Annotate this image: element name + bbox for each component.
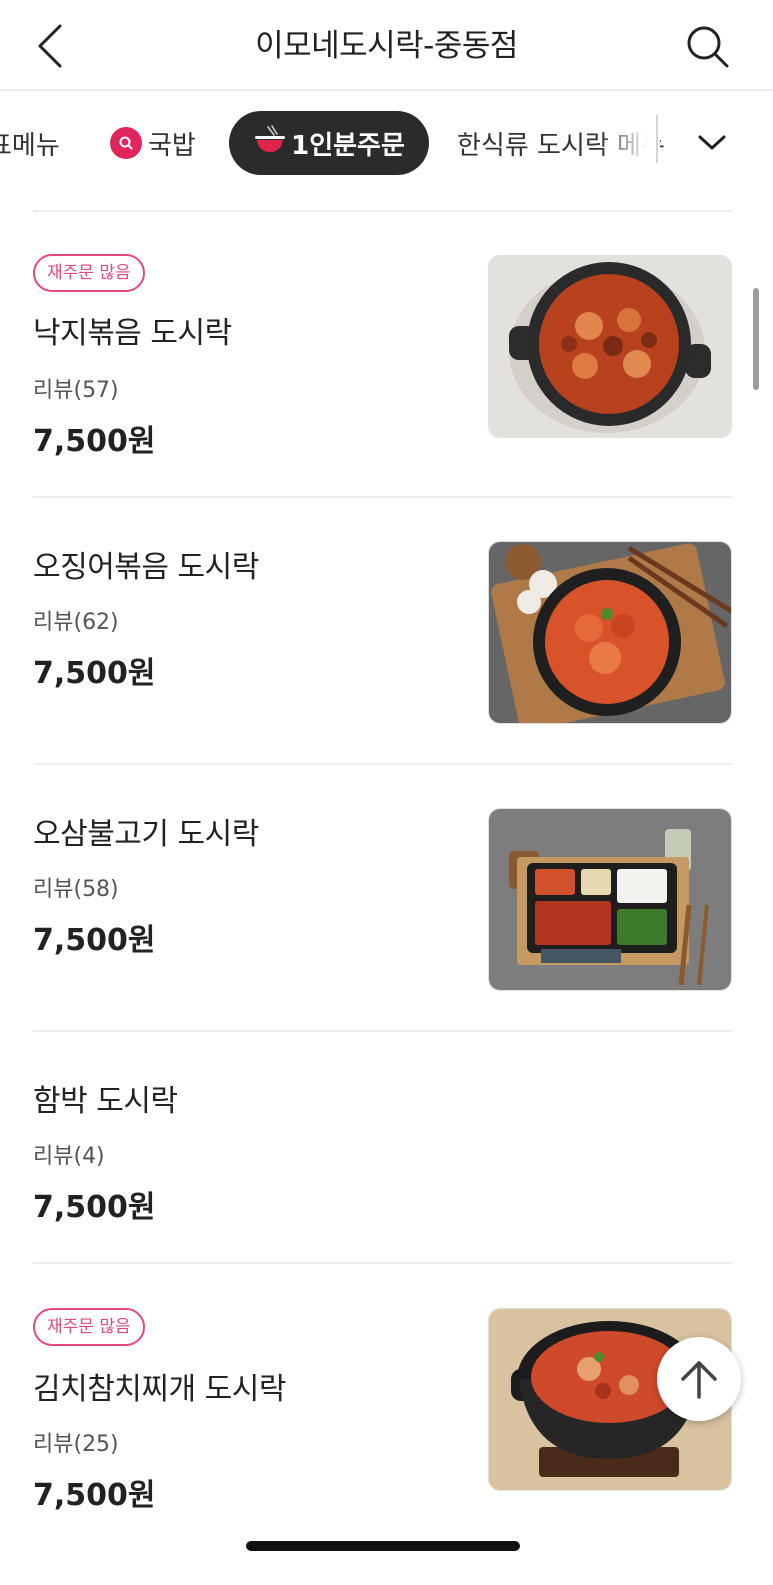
arrow-up-icon <box>681 1361 717 1399</box>
tab-label: 1인분주문 <box>291 130 405 161</box>
reorder-badge: 재주문 많음 <box>33 254 145 292</box>
menu-item-review: 리뷰(62) <box>33 610 119 635</box>
menu-item[interactable]: 재주문 많음 낙지볶음 도시락 리뷰(57) 7,500원 <box>0 212 773 498</box>
search-icon <box>687 26 729 68</box>
menu-item-review: 리뷰(57) <box>33 378 119 403</box>
menu-item-name: 오삼불고기 도시락 <box>33 817 259 852</box>
menu-item[interactable]: 오삼불고기 도시락 리뷰(58) 7,500원 <box>0 765 773 1031</box>
menu-item-review: 리뷰(58) <box>33 877 119 902</box>
bowl-icon <box>253 124 287 162</box>
tab-label: 국밥 <box>148 130 196 161</box>
menu-item-image <box>488 808 732 991</box>
menu-item[interactable]: 함박 도시락 리뷰(4) 7,500원 <box>0 1032 773 1264</box>
chevron-down-icon <box>698 135 726 150</box>
category-tab-bar: 표메뉴 국밥 1인분주문 한식류 도시락 메뉴 <box>0 91 773 195</box>
menu-item-price: 7,500원 <box>33 424 156 459</box>
tab-gukbap[interactable]: 국밥 <box>110 111 196 175</box>
tab-separator <box>656 115 658 163</box>
home-indicator <box>246 1541 520 1551</box>
page-title: 이모네도시락-중동점 <box>255 28 518 64</box>
reorder-badge: 재주문 많음 <box>33 1308 145 1346</box>
scrollbar-thumb[interactable] <box>753 288 759 390</box>
menu-item-image <box>488 541 732 724</box>
menu-item-price: 7,500원 <box>33 923 156 958</box>
expand-categories-button[interactable] <box>683 115 741 171</box>
scroll-to-top-button[interactable] <box>657 1337 741 1421</box>
menu-item-name: 김치참치찌개 도시락 <box>33 1372 286 1407</box>
tab-previous-menu[interactable]: 표메뉴 <box>0 111 60 175</box>
menu-item[interactable]: 오징어볶음 도시락 리뷰(62) 7,500원 <box>0 498 773 764</box>
menu-item-review: 리뷰(4) <box>33 1144 105 1169</box>
menu-item[interactable]: 재주문 많음 김치참치찌개 도시락 리뷰(25) 7,500원 <box>0 1264 773 1554</box>
menu-item-name: 오징어볶음 도시락 <box>33 550 259 585</box>
top-app-bar: 이모네도시락-중동점 <box>0 0 773 91</box>
menu-item-review: 리뷰(25) <box>33 1432 119 1457</box>
tab-label: 표메뉴 <box>0 130 60 161</box>
menu-item-name: 함박 도시락 <box>33 1084 178 1119</box>
menu-item-price: 7,500원 <box>33 1478 156 1513</box>
search-icon <box>110 127 142 159</box>
tab-fade-overlay <box>600 111 660 175</box>
search-button[interactable] <box>683 22 733 72</box>
menu-item-price: 7,500원 <box>33 656 156 691</box>
menu-item-price: 7,500원 <box>33 1190 156 1225</box>
menu-item-image <box>488 255 732 438</box>
menu-item-name: 낙지볶음 도시락 <box>33 316 232 351</box>
tab-single-serving-order[interactable]: 1인분주문 <box>229 111 429 175</box>
